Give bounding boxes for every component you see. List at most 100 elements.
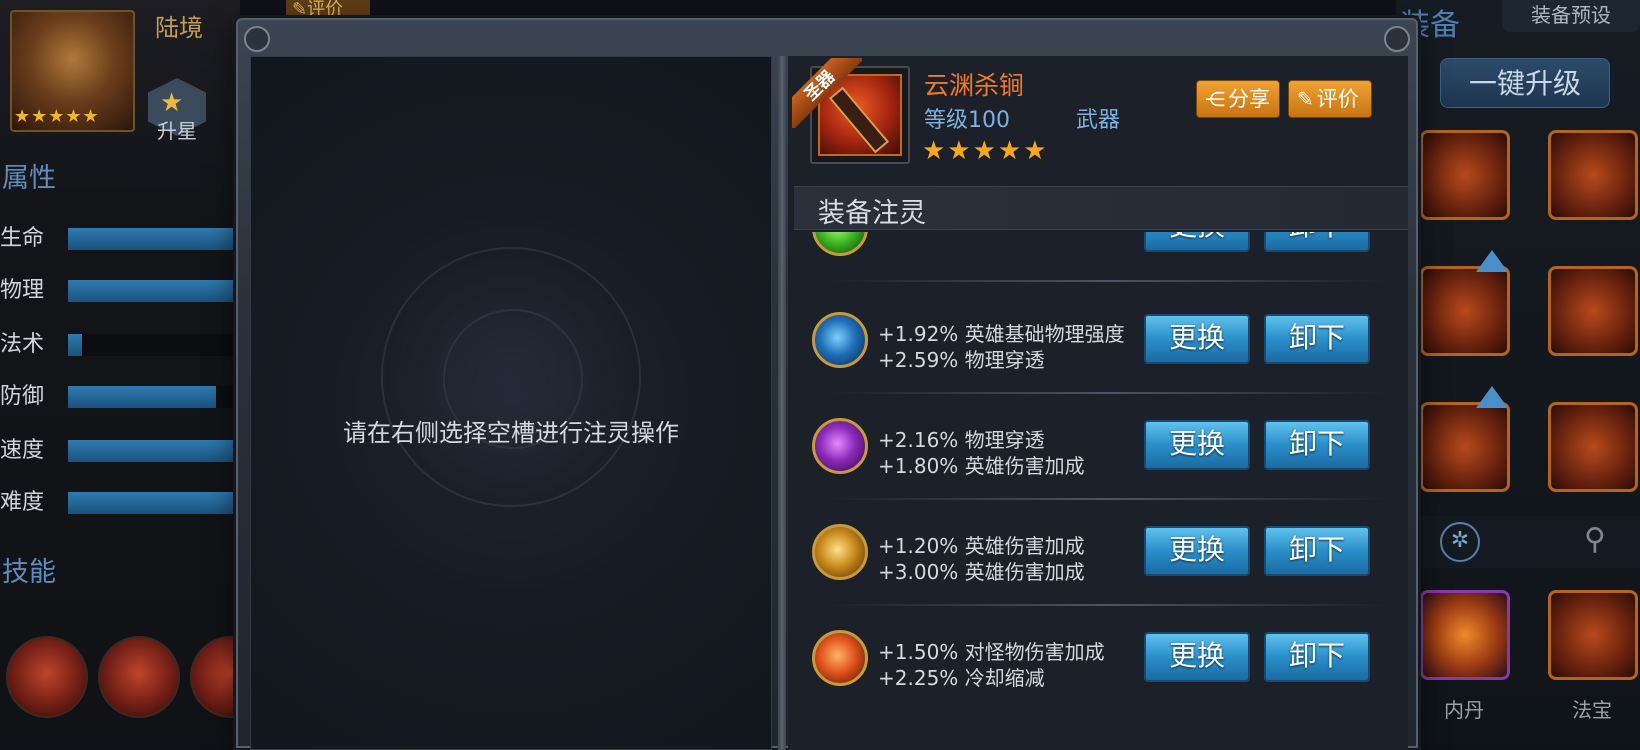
spirit-slot-row: +1.92% 英雄基础物理强度 +2.59% 物理穿透 更换 卸下 <box>788 288 1408 394</box>
spirit-slot-row: 更换卸下 <box>788 232 1408 282</box>
treasure-tab-icon[interactable]: ⚲ <box>1584 522 1606 557</box>
spirit-gem-icon <box>812 418 868 474</box>
attribute-row: 物理 <box>0 272 240 312</box>
skill-icon[interactable] <box>98 636 180 718</box>
replace-button[interactable]: 更换 <box>1144 632 1250 682</box>
replace-button[interactable]: 更换 <box>1144 526 1250 576</box>
equipment-slot[interactable] <box>1420 402 1510 492</box>
rate-label: 评价 <box>1316 87 1359 111</box>
attribute-bar-fill <box>68 440 240 462</box>
spirit-stat-primary: +1.92% 英雄基础物理强度 <box>878 322 1125 346</box>
attribute-row: 生命 <box>0 220 240 260</box>
share-button[interactable]: ⋲ 分享 <box>1196 80 1280 118</box>
upgrade-all-button[interactable]: 一键升级 <box>1440 58 1610 108</box>
equipment-slot[interactable] <box>1420 266 1510 356</box>
section-header: 装备注灵 <box>794 186 1408 230</box>
remove-button[interactable]: 卸下 <box>1264 420 1370 470</box>
item-name: 云渊杀锏 <box>924 71 1025 100</box>
spirit-slot-row: +1.20% 英雄伤害加成 +3.00% 英雄伤害加成 更换 卸下 <box>788 500 1408 606</box>
share-label: 分享 <box>1228 87 1270 111</box>
corner-ornament <box>244 26 270 52</box>
item-stars: ★★★★★ <box>922 136 1049 166</box>
spirit-gem-icon <box>812 232 868 256</box>
skill-icon[interactable] <box>6 636 88 718</box>
item-type: 武器 <box>1076 108 1121 133</box>
replace-button[interactable]: 更换 <box>1144 314 1250 364</box>
attribute-row: 法术 <box>0 326 240 366</box>
spirit-stat-secondary: +1.80% 英雄伤害加成 <box>878 454 1085 478</box>
corner-ornament <box>1384 26 1410 52</box>
attribute-row: 防御 <box>0 378 240 418</box>
equipment-preset-button[interactable]: 装备预设 <box>1502 0 1640 32</box>
attribute-bar-fill <box>68 228 240 250</box>
remove-button[interactable]: 卸下 <box>1264 232 1370 252</box>
attribute-bar <box>68 492 240 514</box>
mace-weapon-icon <box>818 74 902 156</box>
spirit-gem-icon <box>812 524 868 580</box>
attribute-label: 生命 <box>0 226 45 251</box>
spirit-tab-icon[interactable]: ✲ <box>1440 522 1480 562</box>
instruction-text: 请在右侧选择空槽进行注灵操作 <box>343 419 679 447</box>
spirit-stat-secondary: +2.59% 物理穿透 <box>878 348 1045 372</box>
infusion-preview-pane: 请在右侧选择空槽进行注灵操作 <box>250 56 772 750</box>
star-icon: ★ <box>160 88 184 118</box>
magic-treasure-label: 法宝 <box>1572 698 1612 722</box>
spirit-stat-primary: +2.16% 物理穿透 <box>878 428 1045 452</box>
spirit-stat-primary: +1.50% 对怪物伤害加成 <box>878 640 1105 664</box>
replace-button[interactable]: 更换 <box>1144 232 1250 252</box>
rate-button[interactable]: ✎ 评价 <box>1288 80 1372 118</box>
skills-title: 技能 <box>2 557 56 588</box>
hero-panel: ★★★★★ 陆境 ★ 升星 属性 生命物理法术防御速度难度 技能 <box>0 0 272 744</box>
attributes-title: 属性 <box>2 163 56 194</box>
edit-icon: ✎ <box>1297 87 1314 111</box>
item-detail-pane: 圣器 云渊杀锏 等级100 武器 ★★★★★ ⋲分享 ✎评价 装备注灵 更换卸下… <box>788 56 1408 750</box>
equipment-slot[interactable] <box>1548 130 1638 220</box>
hero-name: 陆境 <box>155 14 203 42</box>
attribute-row: 难度 <box>0 484 240 524</box>
equipment-slot[interactable] <box>1420 130 1510 220</box>
rune-emblem-icon <box>381 247 641 507</box>
item-level: 等级100 <box>924 108 1010 133</box>
pane-divider <box>778 56 786 750</box>
spirit-slot-row: +2.16% 物理穿透 +1.80% 英雄伤害加成 更换 卸下 <box>788 394 1408 500</box>
item-icon-frame <box>810 66 910 164</box>
attribute-bar-fill <box>68 386 216 408</box>
attribute-label: 物理 <box>0 278 45 303</box>
magic-treasure-slot[interactable] <box>1548 590 1638 680</box>
section-title: 装备注灵 <box>818 198 926 229</box>
attribute-bar <box>68 440 240 462</box>
remove-button[interactable]: 卸下 <box>1264 314 1370 364</box>
remove-button[interactable]: 卸下 <box>1264 632 1370 682</box>
spirit-stat-secondary: +2.25% 冷却缩减 <box>878 666 1045 690</box>
spirit-stat-secondary: +3.00% 英雄伤害加成 <box>878 560 1085 584</box>
equipment-slot[interactable] <box>1548 402 1638 492</box>
hero-stars: ★★★★★ <box>14 106 100 127</box>
spirit-slot-list[interactable]: 更换卸下+1.92% 英雄基础物理强度+2.59% 物理穿透更换卸下+2.16%… <box>788 232 1408 750</box>
attribute-label: 速度 <box>0 438 45 463</box>
share-icon: ⋲ <box>1205 87 1225 111</box>
attribute-bar <box>68 228 240 250</box>
attribute-label: 难度 <box>0 490 45 515</box>
row-separator <box>828 280 1388 282</box>
spirit-infusion-dialog: 请在右侧选择空槽进行注灵操作 圣器 云渊杀锏 等级100 武器 ★★★★★ ⋲ 分… <box>236 18 1418 750</box>
hero-eval-label: 评价 <box>307 0 344 20</box>
spirit-gem-icon <box>812 630 868 686</box>
equipment-slot[interactable] <box>1548 266 1638 356</box>
star-up-label: 升星 <box>157 119 197 143</box>
upgrade-arrow-icon <box>1476 386 1508 408</box>
inner-core-label: 内丹 <box>1444 698 1484 722</box>
attribute-label: 法术 <box>0 332 45 357</box>
attribute-bar <box>68 386 240 408</box>
remove-button[interactable]: 卸下 <box>1264 526 1370 576</box>
attribute-bar-fill <box>68 280 240 302</box>
attribute-bar-fill <box>68 334 82 356</box>
attribute-bar-fill <box>68 492 240 514</box>
replace-button[interactable]: 更换 <box>1144 420 1250 470</box>
inner-core-slot[interactable] <box>1420 590 1510 680</box>
attribute-bar <box>68 280 240 302</box>
attribute-bar <box>68 334 240 356</box>
attribute-label: 防御 <box>0 384 45 409</box>
spirit-stat-primary: +1.20% 英雄伤害加成 <box>878 534 1085 558</box>
attribute-row: 速度 <box>0 432 240 472</box>
upgrade-arrow-icon <box>1476 250 1508 272</box>
